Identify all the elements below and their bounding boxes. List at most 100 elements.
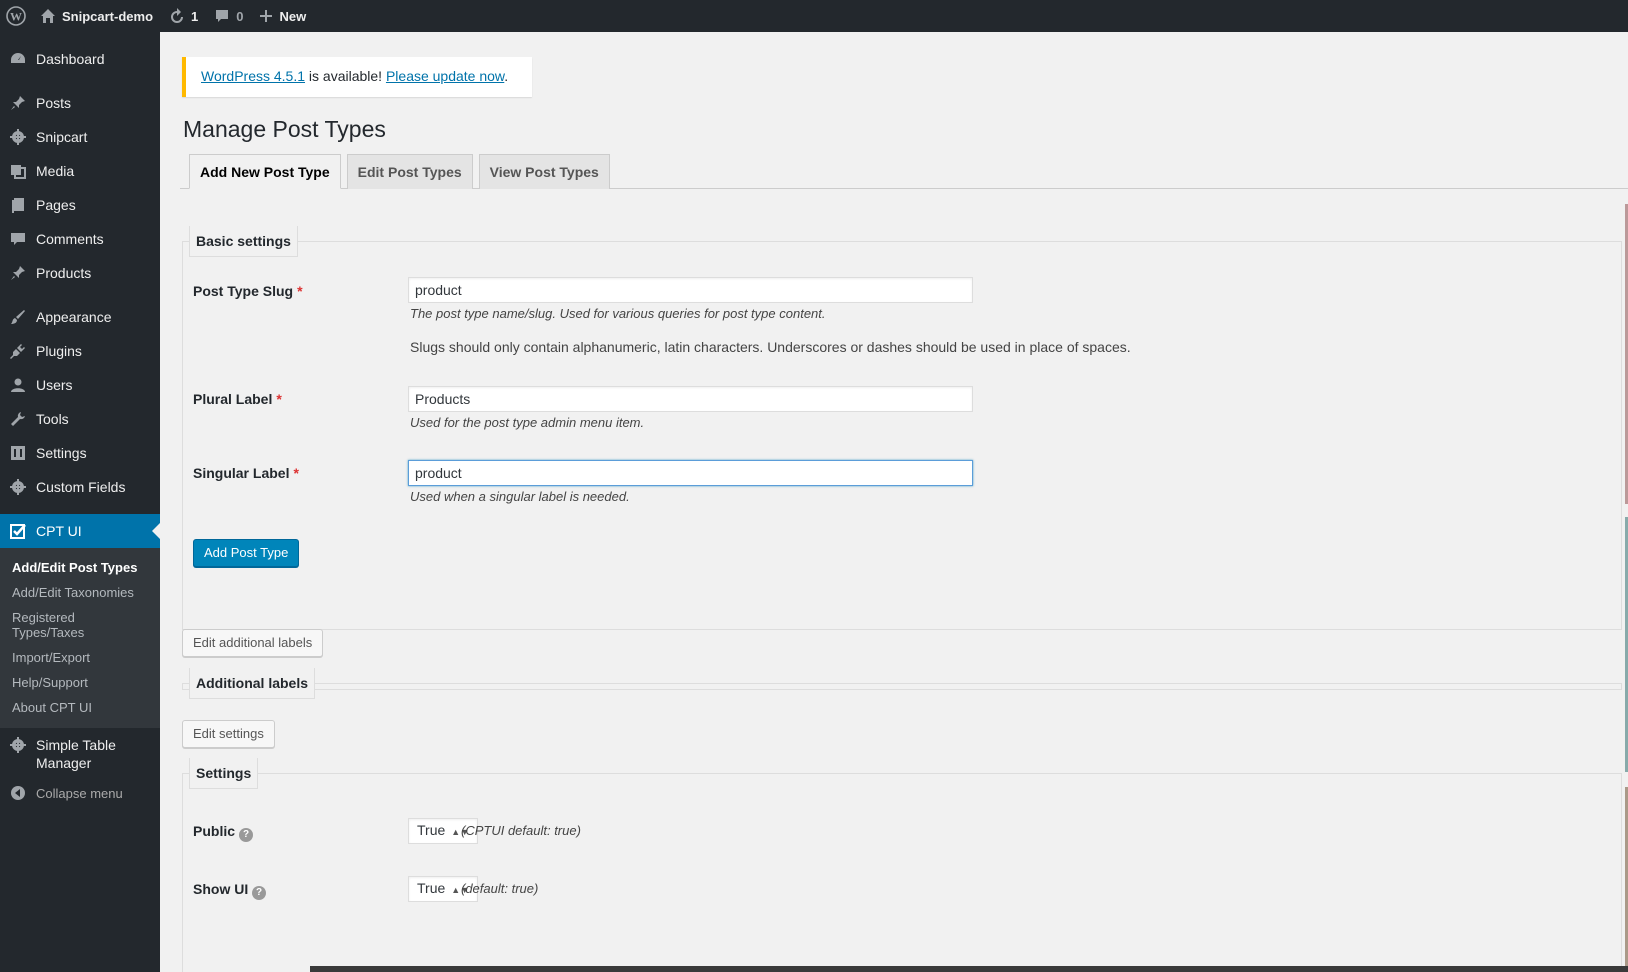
site-name: Snipcart-demo — [62, 8, 154, 24]
menu-cpt-ui[interactable]: CPT UI — [0, 514, 160, 548]
slug-description: The post type name/slug. Used for variou… — [410, 306, 826, 321]
menu-appearance[interactable]: Appearance — [0, 300, 160, 334]
singular-description: Used when a singular label is needed. — [410, 489, 630, 504]
menu-label: Media — [36, 163, 75, 179]
tab-add-new-post-type[interactable]: Add New Post Type — [189, 154, 341, 189]
dashboard-icon — [9, 50, 27, 68]
menu-media[interactable]: Media — [0, 154, 160, 188]
menu-label: Collapse menu — [36, 785, 123, 801]
menu-posts[interactable]: Posts — [0, 86, 160, 120]
collapse-menu-button[interactable]: Collapse menu — [0, 776, 160, 810]
required-mark: * — [276, 391, 282, 407]
submenu-about[interactable]: About CPT UI — [0, 695, 160, 720]
menu-pages[interactable]: Pages — [0, 188, 160, 222]
updates-link[interactable]: 1 — [161, 0, 206, 32]
required-mark: * — [293, 465, 299, 481]
notice-end: . — [504, 68, 509, 84]
required-mark: * — [297, 283, 303, 299]
help-icon[interactable]: ? — [252, 886, 266, 900]
menu-products[interactable]: Products — [0, 256, 160, 290]
select-value: True — [417, 880, 446, 896]
singular-label-input[interactable]: product — [408, 460, 973, 486]
admin-bar: W Snipcart-demo 1 0 New — [0, 0, 1628, 32]
menu-settings[interactable]: Settings — [0, 436, 160, 470]
settings-fieldset — [182, 773, 1622, 972]
menu-label: Simple Table Manager — [36, 737, 116, 771]
post-type-slug-input[interactable]: product — [408, 277, 973, 303]
tab-bar: Add New Post Type Edit Post Types View P… — [189, 154, 616, 189]
svg-text:W: W — [10, 10, 22, 24]
collapse-icon — [9, 784, 27, 802]
pages-icon — [9, 196, 27, 214]
update-now-link[interactable]: Please update now — [386, 68, 504, 84]
menu-dashboard[interactable]: Dashboard — [0, 42, 160, 76]
menu-simple-table-manager[interactable]: Simple Table Manager — [0, 728, 160, 776]
menu-label: Custom Fields — [36, 479, 126, 495]
menu-label: Pages — [36, 197, 76, 213]
new-label: New — [279, 8, 307, 24]
submenu-import-export[interactable]: Import/Export — [0, 645, 160, 670]
gear-icon — [9, 736, 27, 754]
updates-count: 1 — [191, 8, 199, 24]
label-text: Singular Label — [193, 465, 290, 481]
menu-plugins[interactable]: Plugins — [0, 334, 160, 368]
menu-label: Appearance — [36, 309, 112, 325]
help-icon[interactable]: ? — [239, 828, 253, 842]
plural-label-input[interactable]: Products — [408, 386, 973, 412]
submenu-add-edit-taxonomies[interactable]: Add/Edit Taxonomies — [0, 580, 160, 605]
label-text: Plural Label — [193, 391, 273, 407]
comment-icon — [9, 230, 27, 248]
menu-label: CPT UI — [36, 523, 82, 539]
tab-edit-post-types[interactable]: Edit Post Types — [346, 154, 473, 189]
submenu-help-support[interactable]: Help/Support — [0, 670, 160, 695]
settings-legend: Settings — [189, 758, 259, 789]
singular-label-label: Singular Label * — [193, 465, 299, 481]
new-content-link[interactable]: New — [251, 0, 314, 32]
bottom-taskbar — [310, 966, 1628, 972]
wrench-icon — [9, 410, 27, 428]
page-title: Manage Post Types — [183, 116, 386, 142]
menu-label: Posts — [36, 95, 72, 111]
user-icon — [9, 376, 27, 394]
pin-icon — [9, 94, 27, 112]
gear-icon — [9, 478, 27, 496]
wordpress-logo-icon[interactable]: W — [0, 0, 32, 32]
show-ui-label: Show UI — [193, 881, 249, 897]
basic-settings-legend: Basic settings — [189, 226, 298, 257]
admin-menu: Dashboard Posts Snipcart Media Pages Com… — [0, 32, 160, 972]
media-icon — [9, 162, 27, 180]
comment-icon — [214, 8, 230, 24]
post-type-slug-label: Post Type Slug * — [193, 283, 303, 299]
gear-icon — [9, 128, 27, 146]
tab-view-post-types[interactable]: View Post Types — [478, 154, 610, 189]
cpt-ui-submenu: Add/Edit Post Types Add/Edit Taxonomies … — [0, 548, 160, 728]
public-default-note: (CPTUI default: true) — [461, 823, 581, 838]
add-post-type-button[interactable]: Add Post Type — [193, 539, 300, 567]
slug-note: Slugs should only contain alphanumeric, … — [410, 339, 1131, 355]
menu-comments[interactable]: Comments — [0, 222, 160, 256]
settings-icon — [9, 444, 27, 462]
menu-label: Comments — [36, 231, 104, 247]
menu-tools[interactable]: Tools — [0, 402, 160, 436]
wordpress-version-link[interactable]: WordPress 4.5.1 — [201, 68, 305, 84]
comments-link[interactable]: 0 — [206, 0, 251, 32]
menu-label: Products — [36, 265, 92, 281]
edit-settings-button[interactable]: Edit settings — [182, 720, 275, 748]
main-content: WordPress 4.5.1 is available! Please upd… — [160, 32, 1628, 972]
brush-icon — [9, 308, 27, 326]
update-notice: WordPress 4.5.1 is available! Please upd… — [182, 57, 532, 97]
submenu-registered-types[interactable]: Registered Types/Taxes — [0, 605, 110, 645]
site-name-link[interactable]: Snipcart-demo — [32, 0, 161, 32]
public-label: Public — [193, 823, 236, 839]
show-ui-default-note: (default: true) — [461, 881, 539, 896]
menu-label: Settings — [36, 445, 87, 461]
menu-snipcart[interactable]: Snipcart — [0, 120, 160, 154]
home-icon — [40, 8, 56, 24]
menu-custom-fields[interactable]: Custom Fields — [0, 470, 160, 504]
pin-icon — [9, 264, 27, 282]
submenu-add-edit-post-types[interactable]: Add/Edit Post Types — [0, 555, 160, 580]
menu-label: Tools — [36, 411, 69, 427]
menu-users[interactable]: Users — [0, 368, 160, 402]
refresh-icon — [169, 8, 185, 24]
edit-additional-labels-button[interactable]: Edit additional labels — [182, 629, 324, 657]
